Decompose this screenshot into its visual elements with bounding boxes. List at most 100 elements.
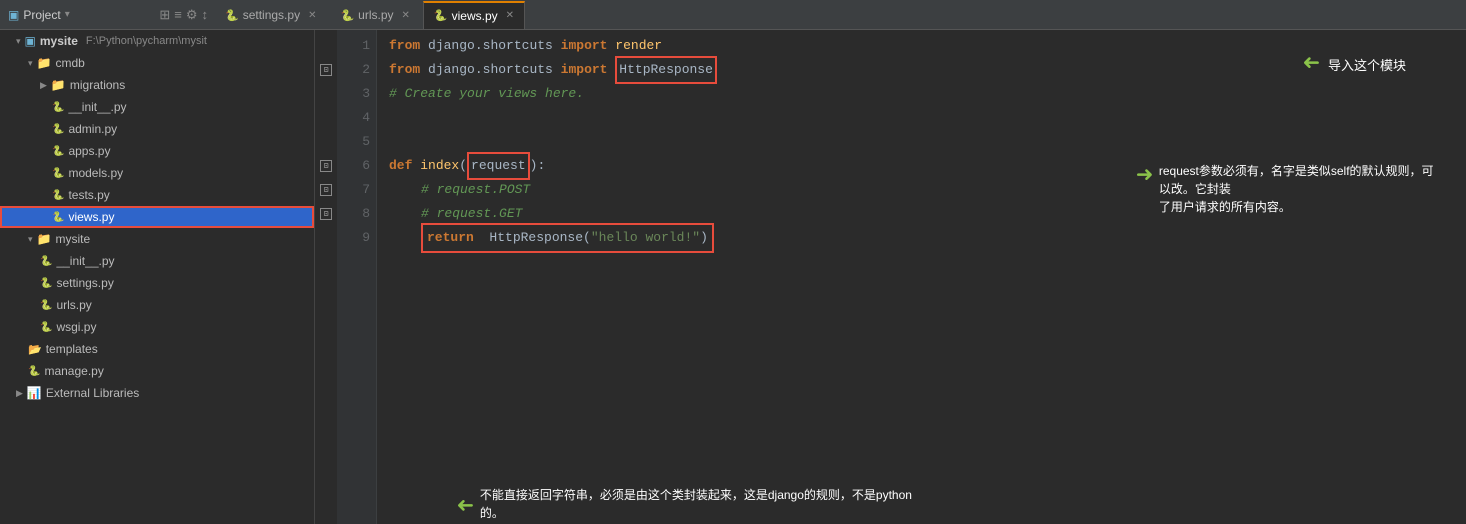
sidebar-views-label: views.py	[68, 210, 114, 224]
return-string: "hello world!"	[591, 230, 700, 245]
toolbar-icon-2[interactable]: ≡	[174, 7, 182, 22]
param-request: request	[471, 158, 526, 173]
sidebar-item-cmdb[interactable]: ▾ 📁 cmdb	[0, 52, 314, 74]
tab-urls[interactable]: 🐍 urls.py ✕	[329, 1, 420, 29]
module-2: django.shortcuts	[428, 58, 553, 82]
request-highlight: request	[467, 152, 530, 180]
toolbar-icon-3[interactable]: ⚙	[186, 7, 198, 23]
mysite-sub-folder-icon: 📁	[37, 232, 52, 246]
wsgi-file-icon: 🐍	[40, 322, 52, 333]
comment-create-views: # Create your views here.	[389, 82, 584, 106]
toolbar-icon-1[interactable]: ⊞	[159, 7, 170, 23]
gutter-1	[315, 34, 337, 58]
code-line-5	[389, 130, 1454, 154]
sidebar-item-models[interactable]: 🐍 models.py	[0, 162, 314, 184]
line-numbers: 1 2 3 4 5 6 7 8 9	[337, 30, 377, 524]
tab-settings-label: settings.py	[243, 8, 300, 22]
sidebar-templates-label: templates	[46, 342, 98, 356]
code-editor[interactable]: ⊡ ⊡ ⊡ ⊡ 1 2 3 4	[315, 30, 1466, 524]
sidebar-settings-label: settings.py	[56, 276, 113, 290]
settings-file-icon: 🐍	[40, 278, 52, 289]
gutter-6: ⊡	[315, 154, 337, 178]
httpresponse-highlight: HttpResponse	[615, 56, 717, 84]
sidebar-mysite-sub-label: mysite	[55, 232, 90, 246]
fn-index: index	[420, 154, 459, 178]
sidebar-init-mysite-label: __init__.py	[56, 254, 114, 268]
sidebar-item-templates[interactable]: 📂 templates	[0, 338, 314, 360]
gutter-icon-7: ⊡	[320, 184, 332, 196]
return-highlight: return HttpResponse("hello world!")	[421, 223, 714, 253]
sidebar-item-tests[interactable]: 🐍 tests.py	[0, 184, 314, 206]
init-cmdb-file-icon: 🐍	[52, 102, 64, 113]
sidebar-item-apps[interactable]: 🐍 apps.py	[0, 140, 314, 162]
views-file-icon: 🐍	[52, 212, 64, 223]
class-httpresponse: HttpResponse	[619, 62, 713, 77]
paren-close: ):	[530, 154, 546, 178]
sidebar-item-settings[interactable]: 🐍 settings.py	[0, 272, 314, 294]
cmdb-arrow: ▾	[28, 58, 33, 69]
ext-libs-icon: 📊	[27, 386, 42, 400]
module-1: django.shortcuts	[428, 34, 553, 58]
kw-from-2: from	[389, 58, 420, 82]
tab-views-close[interactable]: ✕	[506, 10, 514, 21]
sidebar-wsgi-label: wsgi.py	[56, 320, 96, 334]
settings-py-icon: 🐍	[225, 9, 239, 22]
sidebar-item-init-cmdb[interactable]: 🐍 __init__.py	[0, 96, 314, 118]
main-content: ▾ ▣ mysite F:\Python\pycharm\mysit ▾ 📁 c…	[0, 30, 1466, 524]
comment-post: # request.POST	[421, 178, 530, 202]
tab-settings-close[interactable]: ✕	[308, 10, 316, 21]
code-lines[interactable]: from django.shortcuts import render from…	[377, 30, 1466, 524]
sidebar-item-migrations[interactable]: ▶ 📁 migrations	[0, 74, 314, 96]
tab-settings[interactable]: 🐍 settings.py ✕	[214, 1, 327, 29]
models-file-icon: 🐍	[52, 168, 64, 179]
sidebar-mysite-root-label: mysite	[40, 34, 78, 48]
urls-py-icon: 🐍	[340, 9, 354, 22]
sidebar-item-init-mysite[interactable]: 🐍 __init__.py	[0, 250, 314, 272]
sidebar-root-path: F:\Python\pycharm\mysit	[86, 35, 207, 47]
admin-file-icon: 🐍	[52, 124, 64, 135]
code-line-4	[389, 106, 1454, 130]
ext-libs-arrow: ▶	[16, 388, 23, 399]
gutter-9	[315, 226, 337, 250]
code-line-3: # Create your views here.	[389, 82, 1454, 106]
sidebar-item-views[interactable]: 🐍 views.py	[0, 206, 314, 228]
sidebar-admin-label: admin.py	[68, 122, 117, 136]
dropdown-arrow[interactable]: ▾	[65, 9, 70, 20]
gutter-5	[315, 130, 337, 154]
tab-views[interactable]: 🐍 views.py ✕	[423, 1, 525, 29]
urls-file-icon: 🐍	[40, 300, 52, 311]
sidebar-item-urls[interactable]: 🐍 urls.py	[0, 294, 314, 316]
request-annotation-text: request参数必须有，名字是类似self的默认规则，可以改。它封装了用户请求…	[1159, 162, 1436, 216]
kw-import-2: import	[561, 58, 608, 82]
sidebar-item-external-libs[interactable]: ▶ 📊 External Libraries	[0, 382, 314, 404]
sidebar-apps-label: apps.py	[68, 144, 110, 158]
kw-def: def	[389, 154, 412, 178]
gutter-4	[315, 106, 337, 130]
mysite-sub-arrow: ▾	[28, 234, 33, 245]
sidebar-cmdb-label: cmdb	[55, 56, 84, 70]
project-panel-header: ▣ Project ▾ ⊞ ≡ ⚙ ↕	[8, 7, 208, 23]
gutter-icon-2: ⊡	[320, 64, 332, 76]
return-paren-open: (	[583, 230, 591, 245]
sidebar-manage-label: manage.py	[44, 364, 103, 378]
import-arrow-icon: ➜	[1303, 54, 1320, 78]
paren-open: (	[459, 154, 467, 178]
sidebar-item-mysite-root[interactable]: ▾ ▣ mysite F:\Python\pycharm\mysit	[0, 30, 314, 52]
project-label: Project	[23, 8, 60, 22]
tests-file-icon: 🐍	[52, 190, 64, 201]
sidebar-init-cmdb-label: __init__.py	[68, 100, 126, 114]
cmdb-folder-icon: 📁	[37, 56, 52, 70]
sidebar-item-admin[interactable]: 🐍 admin.py	[0, 118, 314, 140]
project-sidebar: ▾ ▣ mysite F:\Python\pycharm\mysit ▾ 📁 c…	[0, 30, 315, 524]
templates-folder-icon: 📂	[28, 343, 42, 356]
sidebar-urls-label: urls.py	[56, 298, 91, 312]
tab-urls-close[interactable]: ✕	[402, 10, 410, 21]
sidebar-item-mysite-sub[interactable]: ▾ 📁 mysite	[0, 228, 314, 250]
sidebar-item-manage[interactable]: 🐍 manage.py	[0, 360, 314, 382]
title-bar: ▣ Project ▾ ⊞ ≡ ⚙ ↕ 🐍 settings.py ✕ 🐍 ur…	[0, 0, 1466, 30]
kw-return: return	[427, 230, 474, 245]
sidebar-migrations-label: migrations	[70, 78, 125, 92]
toolbar-icon-4[interactable]: ↕	[202, 7, 209, 22]
return-annotation-text: 不能直接返回字符串，必须是由这个类封装起来，这是django的规则，不是pyth…	[480, 486, 912, 522]
sidebar-item-wsgi[interactable]: 🐍 wsgi.py	[0, 316, 314, 338]
